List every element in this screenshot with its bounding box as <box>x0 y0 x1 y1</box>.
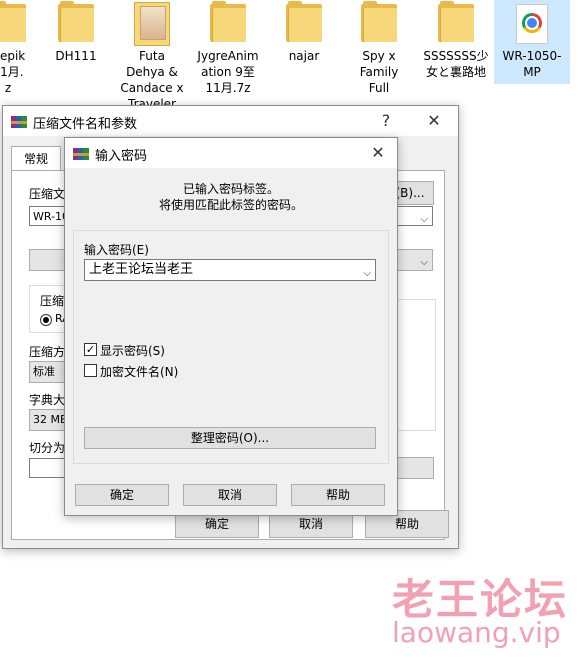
chevron-down-icon[interactable]: ⌵ <box>363 264 371 284</box>
password-label: 输入密码(E) <box>84 243 149 257</box>
encrypt-filenames-label: 加密文件名(N) <box>100 365 179 379</box>
archive-dialog-title: 压缩文件名和参数 <box>33 117 138 132</box>
dictionary-label: 字典大 <box>29 393 66 407</box>
method-combo[interactable]: 标准 <box>29 361 69 383</box>
help-icon[interactable]: ? <box>375 110 397 132</box>
desktop-icon-label: JygreAnim ation 9至 11月.7z <box>197 49 259 95</box>
organize-passwords-label: 整理密码(O)... <box>190 431 270 445</box>
encrypt-filenames-checkbox[interactable] <box>84 364 97 377</box>
desktop-icon-label: Spy x Family Full <box>359 49 399 95</box>
folder-icon <box>58 1 94 42</box>
password-ok-button[interactable]: 确定 <box>75 484 169 506</box>
desktop-icon[interactable]: WR-1050- MP <box>494 0 570 84</box>
enter-password-dialog: 输入密码 ✕ 已输入密码标签。 将使用匹配此标签的密码。 输入密码(E) 上老王… <box>64 137 398 516</box>
password-input[interactable]: 上老王论坛当老王 ⌵ <box>84 259 376 281</box>
folder-icon <box>286 1 322 42</box>
desktop-icon-label: SSSSSSS少 女と裏路地 <box>423 49 489 79</box>
close-icon[interactable]: ✕ <box>423 110 445 132</box>
options-group <box>392 299 436 431</box>
chevron-down-icon: ⌵ <box>420 257 428 268</box>
method-value: 标准 <box>33 365 55 378</box>
chevron-down-icon[interactable]: ⌵ <box>420 210 428 225</box>
browse-button-label: (B)... <box>395 186 425 200</box>
rar-radio[interactable] <box>40 314 52 326</box>
desktop-icon-label: DH111 <box>55 49 97 63</box>
ok-button-label: 确定 <box>204 517 229 531</box>
password-ok-label: 确定 <box>109 488 134 502</box>
winrar-icon <box>11 114 27 130</box>
close-icon[interactable]: ✕ <box>367 142 389 164</box>
archive-name-label: 压缩文 <box>29 187 66 201</box>
info-line-2: 将使用匹配此标签的密码。 <box>158 198 303 212</box>
desktop-icon-label: WR-1050- MP <box>502 49 562 79</box>
show-password-checkbox[interactable]: ✓ <box>84 343 97 356</box>
archive-dialog-titlebar[interactable]: 压缩文件名和参数 ? ✕ <box>3 106 458 136</box>
password-cancel-label: 取消 <box>217 488 242 502</box>
show-password-label: 显示密码(S) <box>100 344 165 358</box>
chrome-document-icon <box>516 4 548 44</box>
watermark-url: laowang.vip <box>392 616 561 649</box>
help-button-label: 帮助 <box>394 517 419 531</box>
method-label: 压缩方 <box>29 345 66 359</box>
password-cancel-button[interactable]: 取消 <box>183 484 277 506</box>
split-label: 切分为 <box>29 441 66 455</box>
password-dialog-title: 输入密码 <box>95 149 148 164</box>
format-group-label: 压缩 <box>40 294 65 308</box>
password-dialog-titlebar[interactable]: 输入密码 ✕ <box>65 138 397 168</box>
tab-general[interactable]: 常规 <box>11 146 61 171</box>
password-value: 上老王论坛当老王 <box>89 262 194 277</box>
folder-icon <box>0 1 26 42</box>
winrar-icon <box>73 146 89 162</box>
dictionary-combo[interactable]: 32 MB <box>29 409 69 431</box>
desktop-icon-label: Futa Dehya & Candace x Traveler <box>120 49 184 111</box>
password-help-button[interactable]: 帮助 <box>291 484 385 506</box>
folder-icon <box>210 1 246 42</box>
folder-thumbnail-icon <box>134 2 170 46</box>
info-line-1: 已输入密码标签。 <box>182 182 279 196</box>
organize-passwords-button[interactable]: 整理密码(O)... <box>84 427 376 449</box>
cancel-button-label: 取消 <box>298 517 323 531</box>
set-password-button-area[interactable] <box>396 457 434 479</box>
dictionary-value: 32 MB <box>33 413 68 426</box>
folder-icon <box>438 1 474 42</box>
password-help-label: 帮助 <box>325 488 350 502</box>
password-group: 输入密码(E) 上老王论坛当老王 ⌵ ✓ 显示密码(S) 加密文件名(N) 整理… <box>73 230 389 464</box>
folder-icon <box>361 1 397 42</box>
desktop-icon-label: najar <box>288 49 320 63</box>
split-input[interactable] <box>29 458 69 478</box>
